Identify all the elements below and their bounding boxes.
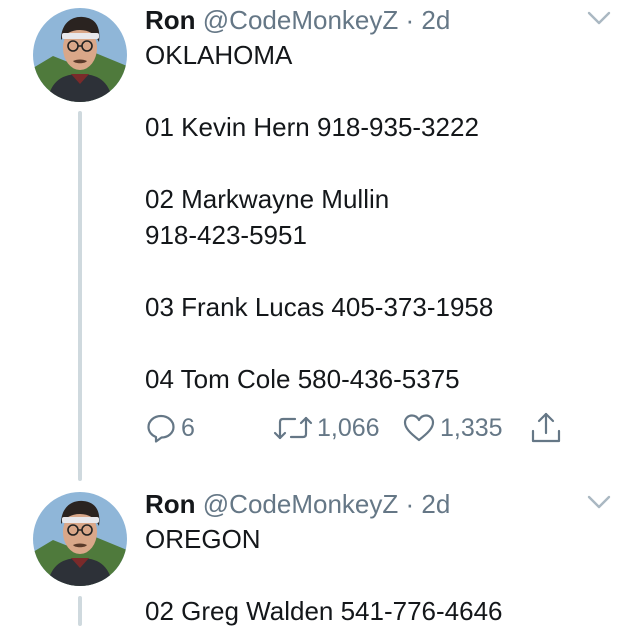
retweet-icon bbox=[273, 416, 313, 440]
avatar[interactable] bbox=[33, 492, 127, 586]
user-handle[interactable]: @CodeMonkeyZ bbox=[203, 5, 398, 35]
share-button[interactable] bbox=[529, 408, 563, 448]
reply-button[interactable]: 6 bbox=[145, 408, 195, 448]
timestamp[interactable]: 2d bbox=[421, 5, 450, 35]
reply-icon bbox=[147, 414, 175, 443]
heart-icon bbox=[403, 414, 435, 442]
tweet-line: 04 Tom Cole 580-436-5375 bbox=[145, 364, 460, 394]
tweet-line: 918-423-5951 bbox=[145, 220, 307, 250]
tweet-line: OKLAHOMA bbox=[145, 40, 293, 70]
retweet-count: 1,066 bbox=[317, 413, 380, 442]
tweet-line: 02 Markwayne Mullin bbox=[145, 184, 390, 214]
timestamp[interactable]: 2d bbox=[421, 489, 450, 519]
user-handle[interactable]: @CodeMonkeyZ bbox=[203, 489, 398, 519]
tweet[interactable]: Ron @CodeMonkeyZ · 2d OKLAHOMA 01 Kevin … bbox=[0, 0, 640, 484]
tweet-actions: 6 1,066 1,335 bbox=[145, 408, 585, 448]
tweet-line: OREGON bbox=[145, 524, 261, 554]
tweet-header: Ron @CodeMonkeyZ · 2d bbox=[145, 3, 620, 37]
display-name[interactable]: Ron bbox=[145, 5, 196, 35]
separator: · bbox=[405, 489, 415, 519]
tweet-text: OREGON 02 Greg Walden 541-776-4646 bbox=[145, 521, 620, 629]
tweet-line: 02 Greg Walden 541-776-4646 bbox=[145, 596, 503, 626]
tweet-header: Ron @CodeMonkeyZ · 2d bbox=[145, 487, 620, 521]
tweet[interactable]: Ron @CodeMonkeyZ · 2d OREGON 02 Greg Wal… bbox=[0, 484, 640, 626]
tweet-content: Ron @CodeMonkeyZ · 2d OKLAHOMA 01 Kevin … bbox=[145, 3, 620, 397]
thread-line bbox=[78, 111, 82, 481]
tweet-text: OKLAHOMA 01 Kevin Hern 918-935-3222 02 M… bbox=[145, 37, 620, 397]
like-button[interactable]: 1,335 bbox=[402, 408, 503, 448]
display-name[interactable]: Ron bbox=[145, 489, 196, 519]
chevron-down-icon[interactable] bbox=[586, 8, 612, 28]
tweet-line: 01 Kevin Hern 918-935-3222 bbox=[145, 112, 479, 142]
share-icon bbox=[531, 412, 561, 443]
chevron-down-icon[interactable] bbox=[586, 492, 612, 512]
retweet-button[interactable]: 1,066 bbox=[273, 408, 380, 448]
reply-count: 6 bbox=[181, 413, 195, 442]
like-count: 1,335 bbox=[440, 413, 503, 442]
separator: · bbox=[405, 5, 415, 35]
avatar[interactable] bbox=[33, 8, 127, 102]
thread-line bbox=[78, 596, 82, 626]
tweet-content: Ron @CodeMonkeyZ · 2d OREGON 02 Greg Wal… bbox=[145, 487, 620, 629]
tweet-line: 03 Frank Lucas 405-373-1958 bbox=[145, 292, 494, 322]
